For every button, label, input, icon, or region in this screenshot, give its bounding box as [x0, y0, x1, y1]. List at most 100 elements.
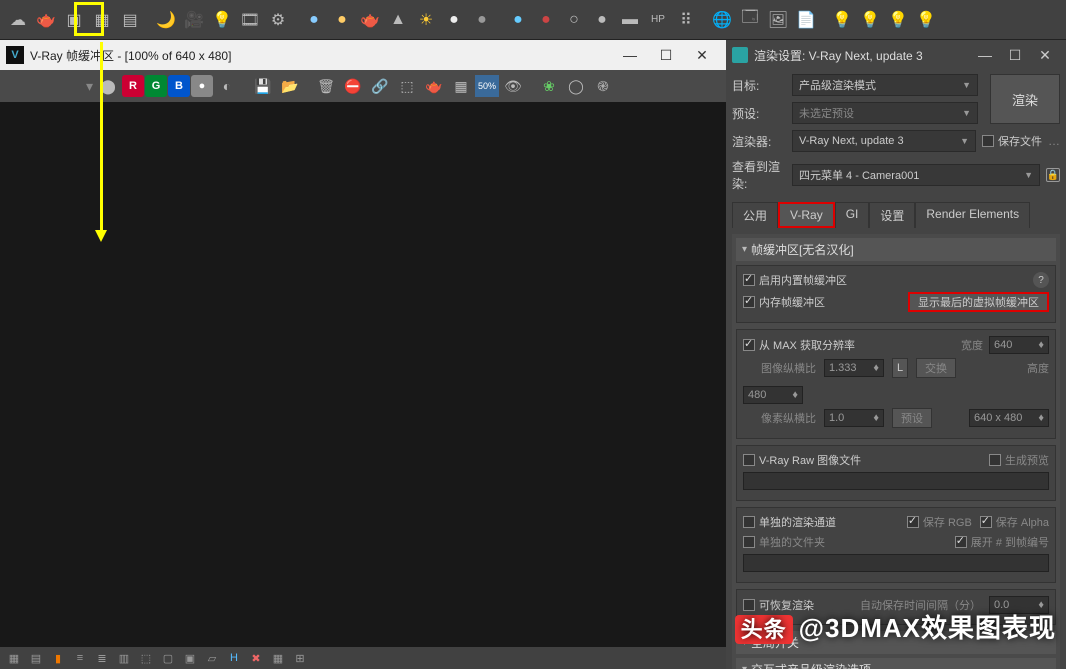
sb-icon-1[interactable]: ▦	[4, 649, 24, 667]
pic-icon[interactable]: 🖼	[764, 6, 792, 34]
sphere1-icon[interactable]: ●	[300, 6, 328, 34]
globe-icon[interactable]: 🌐	[708, 6, 736, 34]
tab-common[interactable]: 公用	[732, 202, 778, 228]
target-select[interactable]: 产品级渲染模式▼	[792, 74, 978, 96]
sb-icon-14[interactable]: ⊞	[290, 649, 310, 667]
renderer-select[interactable]: V-Ray Next, update 3▼	[792, 130, 976, 152]
preset-btn[interactable]: 预设	[892, 408, 932, 428]
grid-icon[interactable]: ▦	[448, 73, 474, 99]
minimize-button[interactable]: —	[612, 42, 648, 68]
savefile-check[interactable]: 保存文件	[982, 133, 1042, 149]
save-alpha-check[interactable]: 保存 Alpha	[980, 514, 1049, 530]
clear-icon[interactable]: 🗑	[313, 73, 339, 99]
blue-channel-button[interactable]: B	[168, 75, 190, 97]
rs-minimize-button[interactable]: —	[970, 42, 1000, 68]
help-icon[interactable]: ?	[1033, 272, 1049, 288]
leaf-icon[interactable]: ❀	[536, 73, 562, 99]
fifty-button[interactable]: 50%	[475, 75, 499, 97]
bulb1-icon[interactable]: 💡	[828, 6, 856, 34]
tab-settings[interactable]: 设置	[869, 202, 915, 228]
rollout-ipr[interactable]: 交互式产品级渲染选项	[736, 658, 1056, 669]
vfb-titlebar[interactable]: V V-Ray 帧缓冲区 - [100% of 640 x 480] — ☐ ✕	[0, 40, 726, 70]
vfb-icon[interactable]: ▣	[60, 6, 88, 34]
cone-icon[interactable]: ▲	[384, 6, 412, 34]
card-icon[interactable]: 🗔	[736, 6, 764, 34]
height-spinner[interactable]: 480♦	[743, 386, 803, 404]
rs-maximize-button[interactable]: ☐	[1000, 42, 1030, 68]
sb-icon-4[interactable]: ≡	[70, 649, 90, 667]
bulb3-icon[interactable]: 💡	[884, 6, 912, 34]
link-icon[interactable]: 🔗	[367, 73, 393, 99]
hp-icon[interactable]: HP	[644, 6, 672, 34]
px-aspect-spinner[interactable]: 1.0♦	[824, 409, 884, 427]
rs-titlebar[interactable]: 渲染设置: V-Ray Next, update 3 — ☐ ✕	[726, 40, 1066, 70]
sb-icon-12[interactable]: ✖	[246, 649, 266, 667]
expand-check[interactable]: 展开 # 到帧编号	[955, 534, 1049, 550]
l-button[interactable]: L	[892, 358, 908, 378]
doc-icon[interactable]: 📄	[792, 6, 820, 34]
raw-check[interactable]: V-Ray Raw 图像文件	[743, 452, 861, 468]
save-icon[interactable]: 💾	[250, 73, 276, 99]
gear-icon[interactable]: ⚙	[264, 6, 292, 34]
eye-icon[interactable]: 👁	[500, 73, 526, 99]
mono-icon[interactable]: ◐	[214, 73, 240, 99]
layout-icon[interactable]: ▤	[116, 6, 144, 34]
from-max-check[interactable]: 从 MAX 获取分辨率	[743, 337, 855, 353]
swap-button[interactable]: 交换	[916, 358, 956, 378]
sb-icon-2[interactable]: ▤	[26, 649, 46, 667]
lock-icon[interactable]: 🔒	[1046, 168, 1060, 182]
gen-preview-check[interactable]: 生成预览	[989, 452, 1049, 468]
bulb4-icon[interactable]: 💡	[912, 6, 940, 34]
sphere2-icon[interactable]: ●	[328, 6, 356, 34]
mem-fb-check[interactable]: 内存帧缓冲区	[743, 294, 825, 310]
moon-icon[interactable]: 🌙	[152, 6, 180, 34]
dot1-icon[interactable]: ●	[504, 6, 532, 34]
sb-icon-5[interactable]: ≣	[92, 649, 112, 667]
teapot2-icon[interactable]: 🫖	[356, 6, 384, 34]
bulb2-icon[interactable]: 💡	[856, 6, 884, 34]
cyl-icon[interactable]: ▬	[616, 6, 644, 34]
rs-close-button[interactable]: ✕	[1030, 42, 1060, 68]
sb-icon-8[interactable]: ▢	[158, 649, 178, 667]
preset-select[interactable]: 未选定预设▼	[792, 102, 978, 124]
folder-icon[interactable]: 📂	[277, 73, 303, 99]
spot-icon[interactable]: 💡	[208, 6, 236, 34]
img-aspect-spinner[interactable]: 1.333♦	[824, 359, 884, 377]
close-button[interactable]: ✕	[684, 42, 720, 68]
rollout-framebuffer[interactable]: 帧缓冲区[无名汉化]	[736, 238, 1056, 261]
sep-folder-check[interactable]: 单独的文件夹	[743, 534, 825, 550]
green-channel-button[interactable]: G	[145, 75, 167, 97]
savefile-browse-icon[interactable]: …	[1048, 134, 1060, 148]
ball2-icon[interactable]: ●	[468, 6, 496, 34]
show-last-vfb-button[interactable]: 显示最后的虚拟帧缓冲区	[908, 292, 1049, 312]
sun-icon[interactable]: ☀	[412, 6, 440, 34]
rgb-icon[interactable]: ⬤	[95, 73, 121, 99]
sb-icon-10[interactable]: ▱	[202, 649, 222, 667]
dots-icon[interactable]: ⠿	[672, 6, 700, 34]
dot4-icon[interactable]: ●	[588, 6, 616, 34]
camera-icon[interactable]: 🎥	[180, 6, 208, 34]
tab-render-elements[interactable]: Render Elements	[915, 202, 1030, 228]
circle-icon[interactable]: ◯	[563, 73, 589, 99]
save-rgb-check[interactable]: 保存 RGB	[907, 514, 972, 530]
sb-icon-11[interactable]: H	[224, 649, 244, 667]
stop-icon[interactable]: ⛔	[340, 73, 366, 99]
raw-path-input[interactable]	[743, 472, 1049, 490]
channel-dropdown[interactable]: ▾	[4, 73, 94, 99]
tab-vray[interactable]: V-Ray	[778, 202, 835, 228]
frame-icon[interactable]: ▦	[88, 6, 116, 34]
reel-icon[interactable]: 🎞	[236, 6, 264, 34]
ball-icon[interactable]: ●	[440, 6, 468, 34]
enable-vfb-check[interactable]: 启用内置帧缓冲区	[743, 272, 847, 288]
vfb-viewport[interactable]	[0, 102, 726, 669]
sep-ch-check[interactable]: 单独的渲染通道	[743, 514, 836, 530]
size-spinner[interactable]: 640 x 480♦	[969, 409, 1049, 427]
sb-icon-7[interactable]: ⬚	[136, 649, 156, 667]
dot3-icon[interactable]: ○	[560, 6, 588, 34]
red-channel-button[interactable]: R	[122, 75, 144, 97]
dot2-icon[interactable]: ●	[532, 6, 560, 34]
sb-icon-9[interactable]: ▣	[180, 649, 200, 667]
swirl-icon[interactable]: ֎	[590, 73, 616, 99]
teapot-icon[interactable]: 🫖	[32, 6, 60, 34]
sb-icon-3[interactable]: ▮	[48, 649, 68, 667]
